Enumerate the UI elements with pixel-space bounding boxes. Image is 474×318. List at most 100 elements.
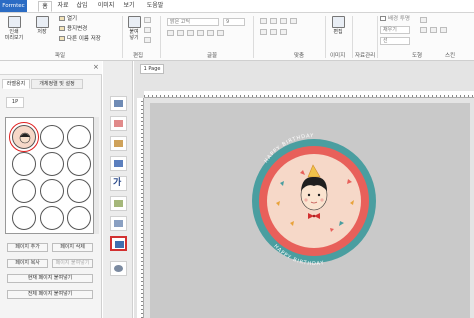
group-data-label: 자료관리: [355, 53, 376, 59]
group-file-label: 파일: [55, 53, 66, 59]
font-size-select[interactable]: 9: [223, 18, 245, 26]
label-slot-6[interactable]: [67, 152, 91, 176]
align-left-icon[interactable]: [260, 18, 267, 24]
save-label: 저장: [37, 29, 47, 35]
bg-transparent-label: 배경 투명: [388, 16, 410, 22]
page-tab[interactable]: 1 Page: [140, 64, 164, 74]
tool-image[interactable]: [110, 116, 127, 131]
tool-strip: 가: [103, 61, 133, 318]
tab-help[interactable]: 도움말: [145, 1, 165, 12]
tool-select[interactable]: [110, 96, 127, 111]
line-select[interactable]: 선: [380, 37, 410, 45]
save-button[interactable]: 저장: [34, 16, 50, 35]
app-window: Formtec 홈 자료 삽입 이미지 보기 도움말 인쇄 미리보기 저장 열기…: [0, 0, 474, 318]
label-slot-4[interactable]: [12, 152, 36, 176]
fill-select[interactable]: 채우기: [380, 26, 410, 34]
edit-image-button[interactable]: 편집: [330, 16, 346, 35]
tool-text[interactable]: 가: [110, 176, 127, 191]
vertical-ruler: [137, 98, 144, 318]
label-slot-8[interactable]: [40, 179, 64, 203]
table-icon: [114, 100, 123, 107]
group-separator: [325, 16, 326, 58]
align-justify-icon[interactable]: [290, 18, 297, 24]
page-thumbnail-label[interactable]: 1P: [6, 97, 24, 108]
tab-home[interactable]: 홈: [38, 1, 52, 12]
underline-icon[interactable]: [187, 30, 194, 36]
tab-view[interactable]: 보기: [122, 1, 136, 12]
shape-effect-icon[interactable]: [440, 27, 447, 33]
format-painter-icon[interactable]: [144, 37, 151, 43]
shape-outline-icon[interactable]: [430, 27, 437, 33]
tool-background[interactable]: [110, 236, 127, 251]
tool-line[interactable]: [110, 216, 127, 231]
ribbon: 인쇄 미리보기 저장 열기 용지변경 다른 이름 저장 파일 붙여 넣기 편집 …: [0, 13, 474, 61]
bg-transparent-checkbox[interactable]: 배경 투명: [380, 15, 410, 23]
boy-face-icon: [19, 132, 31, 144]
print-preview-button[interactable]: 인쇄 미리보기: [3, 16, 25, 41]
shape-style-icon[interactable]: [420, 17, 427, 23]
italic-icon[interactable]: [177, 30, 184, 36]
align-middle-icon[interactable]: [270, 29, 277, 35]
app-brand[interactable]: Formtec: [0, 0, 27, 12]
label-sheet-preview[interactable]: [5, 117, 94, 234]
horizontal-ruler: [144, 91, 474, 98]
save-as-icon: [59, 36, 65, 41]
copy-icon[interactable]: [144, 27, 151, 33]
tab-image[interactable]: 이미지: [96, 1, 116, 12]
group-align-label: 맞춤: [294, 53, 305, 59]
label-slot-7[interactable]: [12, 179, 36, 203]
group-edit-label: 편집: [133, 53, 144, 59]
paste-page-button[interactable]: 페이지 붙여넣기: [52, 259, 93, 268]
label-slot-9[interactable]: [67, 179, 91, 203]
group-image-label: 이미지: [330, 53, 346, 59]
picture-icon: [114, 120, 123, 127]
close-icon[interactable]: ×: [93, 63, 99, 71]
save-as-button[interactable]: 다른 이름 저장: [59, 35, 101, 43]
align-right-icon[interactable]: [280, 18, 287, 24]
delete-page-button[interactable]: 페이지 삭제: [52, 243, 93, 252]
paste-button[interactable]: 붙여 넣기: [126, 16, 142, 41]
tool-barcode[interactable]: [110, 156, 127, 171]
add-page-button[interactable]: 페이지 추가: [7, 243, 48, 252]
label-slot-1[interactable]: [9, 122, 39, 152]
paper-change-button[interactable]: 용지변경: [59, 25, 87, 33]
group-font-label: 글꼴: [207, 53, 218, 59]
cut-icon[interactable]: [144, 17, 151, 23]
bold-icon[interactable]: [167, 30, 174, 36]
label-slot-12[interactable]: [67, 206, 91, 230]
paste-current-page-button[interactable]: 현재 페이지 붙여넣기: [7, 274, 93, 283]
design-canvas[interactable]: HAPPY BIRTHDAY HAPPY BIRTHDAY: [150, 103, 470, 318]
label-slot-2[interactable]: [40, 125, 64, 149]
tool-shape[interactable]: [110, 196, 127, 211]
font-color-icon[interactable]: [207, 30, 214, 36]
open-label: 열기: [67, 16, 78, 22]
sheet-scrollbar[interactable]: [94, 117, 99, 234]
shape-color-icon[interactable]: [420, 27, 427, 33]
label-slot-11[interactable]: [40, 206, 64, 230]
tab-data[interactable]: 자료: [56, 1, 70, 12]
label-slot-5[interactable]: [40, 152, 64, 176]
line-icon: [114, 220, 123, 227]
font-name-select[interactable]: 맑은 고딕: [167, 18, 219, 26]
label-slot-3[interactable]: [67, 125, 91, 149]
image-edit-icon: [331, 16, 345, 28]
align-center-icon[interactable]: [270, 18, 277, 24]
tool-qrcode[interactable]: [110, 261, 127, 276]
copy-page-button[interactable]: 페이지 복사: [7, 259, 48, 268]
strikethrough-icon[interactable]: [197, 30, 204, 36]
tab-object-align[interactable]: 개체정렬 및 설정: [31, 79, 83, 89]
align-bottom-icon[interactable]: [280, 29, 287, 35]
tab-label-paper[interactable]: 라벨용지: [2, 79, 30, 89]
tool-clipart[interactable]: [110, 136, 127, 151]
canvas-area: 1 Page HAPPY BIRTHDAY HAPPY BIRTHDAY: [134, 61, 474, 318]
open-button[interactable]: 열기: [59, 15, 77, 23]
floppy-icon: [35, 16, 49, 28]
label-slot-10[interactable]: [12, 206, 36, 230]
tab-insert[interactable]: 삽입: [75, 1, 89, 12]
group-separator: [352, 16, 353, 58]
birthday-sticker[interactable]: HAPPY BIRTHDAY HAPPY BIRTHDAY: [150, 103, 470, 318]
align-top-icon[interactable]: [260, 29, 267, 35]
checkbox-icon: [380, 16, 386, 21]
paste-all-pages-button[interactable]: 전체 페이지 붙여넣기: [7, 290, 93, 299]
highlight-icon[interactable]: [217, 30, 224, 36]
